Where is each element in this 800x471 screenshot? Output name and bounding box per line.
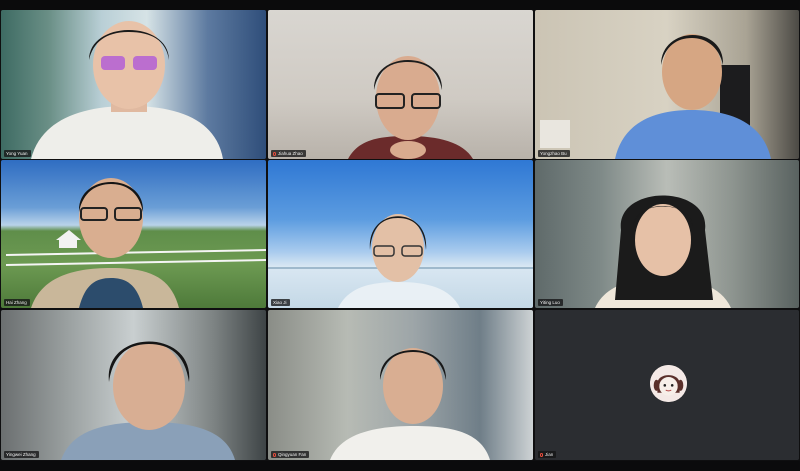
participant-name: Yongzhao Bu <box>540 151 567 156</box>
name-tag: Yingwei Zhang <box>4 451 39 458</box>
participant-figure <box>268 214 533 308</box>
top-strip <box>0 0 800 10</box>
mic-muted-icon <box>273 151 276 156</box>
participant-name: Jian <box>545 452 554 457</box>
video-tile-hai-zhang[interactable]: Hai Zhang <box>1 160 266 308</box>
name-tag: Yong Yuan <box>4 150 31 157</box>
participant-figure <box>595 195 731 308</box>
participant-figure <box>5 178 266 308</box>
participant-figure <box>330 348 490 460</box>
participant-name: Xiao Ji <box>273 300 287 305</box>
video-tile-yongzhao-bu[interactable]: Yongzhao Bu <box>535 10 799 159</box>
video-tile-yingwei-zhang[interactable]: Yingwei Zhang <box>1 310 266 460</box>
participant-name: Yingwei Zhang <box>6 452 36 457</box>
name-tag: Yongzhao Bu <box>538 150 570 157</box>
participant-figure <box>348 56 473 159</box>
video-tile-jian[interactable]: Jian <box>535 310 799 460</box>
name-tag: Xiao Ji <box>271 299 290 306</box>
participant-figure <box>31 21 223 159</box>
video-gallery: Yong Yuan Jiahua Zhao Yongzhao Bu Hai Zh… <box>0 0 800 471</box>
participant-figure <box>540 34 771 159</box>
name-tag: Hai Zhang <box>4 299 30 306</box>
name-tag: Yiting Luo <box>538 299 563 306</box>
video-tile-yong-yuan[interactable]: Yong Yuan <box>1 10 266 159</box>
participant-name: Qingyuan Fan <box>278 452 307 457</box>
participant-name: Hai Zhang <box>6 300 27 305</box>
mic-muted-icon <box>540 452 543 457</box>
participant-name: Jiahua Zhao <box>278 151 303 156</box>
participant-name: Yiting Luo <box>540 300 560 305</box>
video-tile-jiahua-zhao[interactable]: Jiahua Zhao <box>268 10 533 159</box>
name-tag: Jian <box>538 451 557 458</box>
name-tag: Qingyuan Fan <box>271 451 310 458</box>
cartoon-avatar-icon <box>650 365 687 402</box>
video-tile-xiao-ji[interactable]: Xiao Ji <box>268 160 533 308</box>
participant-figure <box>61 341 235 460</box>
bottom-strip <box>0 461 800 471</box>
participant-name: Yong Yuan <box>6 151 28 156</box>
mic-muted-icon <box>273 452 276 457</box>
video-tile-qingyuan-fan[interactable]: Qingyuan Fan <box>268 310 533 460</box>
name-tag: Jiahua Zhao <box>271 150 306 157</box>
video-tile-yiting-luo[interactable]: Yiting Luo <box>535 160 799 308</box>
